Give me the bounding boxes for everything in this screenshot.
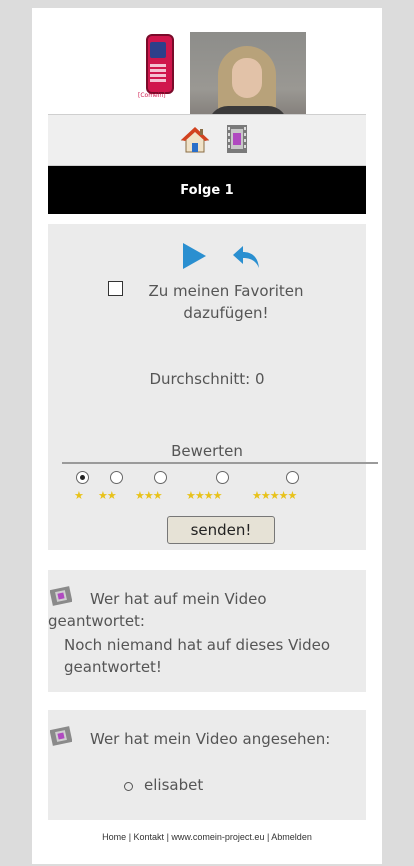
submit-rating-button[interactable]: senden! [167, 516, 275, 544]
viewers-box: Wer hat mein Video angesehen: elisabet [48, 710, 366, 820]
rating-radio-2[interactable] [110, 471, 123, 484]
rating-stars-5: ★★★★★ [252, 489, 297, 502]
rating-radio-4[interactable] [216, 471, 229, 484]
footer: Home | Kontakt | www.comein-project.eu |… [48, 832, 366, 842]
home-icon[interactable] [180, 125, 210, 155]
logo-text: [Comein] [138, 92, 166, 99]
rating-stars-2: ★★ [98, 489, 117, 502]
replies-box: Wer hat auf mein Video geantwortet: Noch… [48, 570, 366, 692]
reply-icon[interactable] [231, 244, 261, 270]
replies-empty-text: Noch niemand hat auf dieses Video geantw… [64, 636, 331, 676]
rating-stars-1: ★ [74, 489, 84, 502]
list-item: elisabet [124, 776, 203, 794]
footer-link-home[interactable]: Home [102, 832, 126, 842]
footer-link-logout[interactable]: Abmelden [271, 832, 312, 842]
divider [62, 462, 378, 464]
favorite-checkbox[interactable] [108, 281, 123, 296]
footer-separator: | [126, 832, 134, 842]
replies-title: Wer hat auf mein Video geantwortet: [48, 590, 267, 630]
icon-bar [48, 114, 366, 166]
rating-radio-3[interactable] [154, 471, 167, 484]
viewer-name: elisabet [144, 776, 204, 794]
bullet-icon [124, 782, 133, 791]
favorite-label: Zu meinen Favoriten dazufügen! [148, 282, 304, 322]
rating-stars-4: ★★★★ [186, 489, 222, 502]
viewers-title: Wer hat mein Video angesehen: [90, 730, 331, 748]
rate-heading: Bewerten [171, 442, 243, 460]
rating-radio-1[interactable] [76, 471, 89, 484]
rating-stars-3: ★★★ [135, 489, 163, 502]
comein-logo: [Comein] [138, 34, 180, 99]
footer-link-kontakt[interactable]: Kontakt [134, 832, 165, 842]
page-title: Folge 1 [48, 166, 366, 214]
film-icon[interactable] [226, 124, 248, 154]
play-icon[interactable] [181, 242, 207, 270]
video-panel: Zu meinen Favoriten dazufügen! Durchschn… [48, 224, 378, 550]
header: [Comein] [48, 16, 366, 128]
average-rating: Durchschnitt: 0 [149, 370, 265, 388]
rating-radio-5[interactable] [286, 471, 299, 484]
footer-link-website[interactable]: www.comein-project.eu [171, 832, 264, 842]
